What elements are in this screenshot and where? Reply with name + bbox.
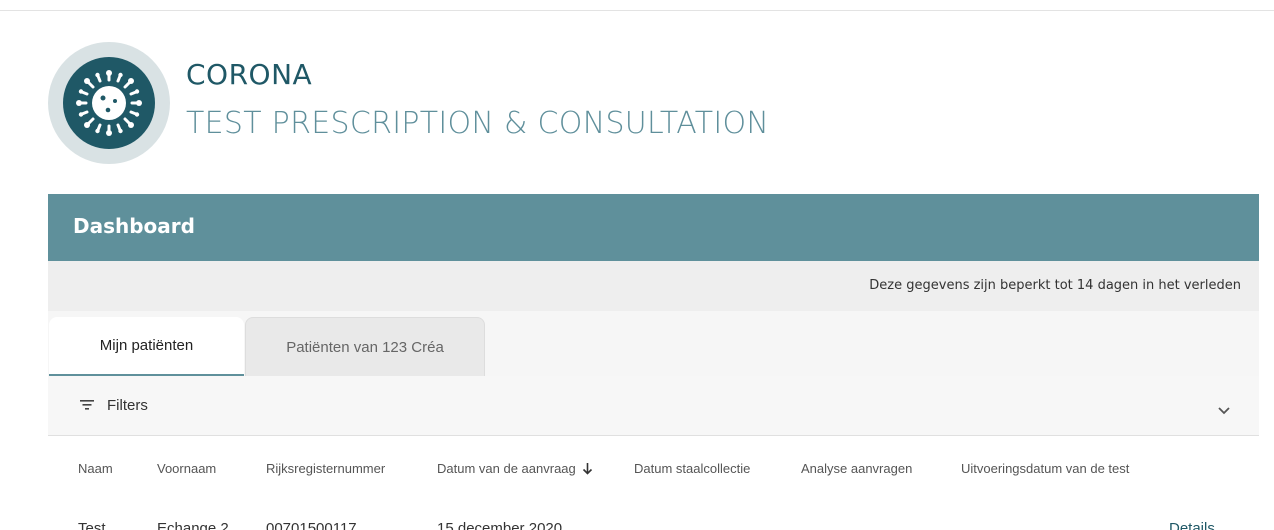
column-header-label: Datum van de aanvraag bbox=[437, 461, 576, 476]
cell-datum-aanvraag: 15 december 2020 bbox=[437, 520, 563, 530]
app-subtitle: TEST PRESCRIPTION & CONSULTATION bbox=[186, 106, 770, 141]
cell-voornaam: Echange 2 bbox=[157, 520, 229, 530]
filters-toggle[interactable]: Filters bbox=[48, 376, 1259, 436]
dashboard-header: Dashboard bbox=[48, 194, 1259, 261]
column-header-uitvoeringsdatum[interactable]: Uitvoeringsdatum van de test bbox=[961, 461, 1129, 476]
cell-naam: Test bbox=[78, 520, 106, 530]
column-header-voornaam[interactable]: Voornaam bbox=[157, 461, 216, 476]
tab-label: Mijn patiënten bbox=[99, 337, 194, 354]
table-row[interactable]: Test Echange 2 00701500117 15 december 2… bbox=[48, 516, 1259, 530]
cell-rijksregisternummer: 00701500117 bbox=[266, 520, 357, 530]
filters-label: Filters bbox=[107, 397, 148, 414]
tabs-bar: Mijn patiënten Patiënten van 123 Créa bbox=[48, 311, 1259, 376]
column-header-rijksregisternummer[interactable]: Rijksregisternummer bbox=[266, 461, 385, 476]
details-link[interactable]: Details bbox=[1169, 520, 1215, 530]
info-bar: Deze gegevens zijn beperkt tot 14 dagen … bbox=[48, 261, 1259, 311]
tab-my-patients[interactable]: Mijn patiënten bbox=[49, 317, 244, 376]
dashboard-panel: Dashboard Deze gegevens zijn beperkt tot… bbox=[48, 194, 1259, 530]
top-divider bbox=[0, 10, 1274, 11]
app-title: CORONA bbox=[186, 58, 313, 91]
app-logo bbox=[48, 42, 170, 164]
column-header-analyse-aanvragen[interactable]: Analyse aanvragen bbox=[801, 461, 912, 476]
table-header: Naam Voornaam Rijksregisternummer Datum … bbox=[48, 436, 1259, 502]
dashboard-title: Dashboard bbox=[73, 214, 195, 238]
filter-icon bbox=[80, 398, 94, 416]
tab-organization-patients[interactable]: Patiënten van 123 Créa bbox=[245, 317, 485, 376]
retention-notice: Deze gegevens zijn beperkt tot 14 dagen … bbox=[869, 278, 1241, 293]
arrow-down-icon bbox=[582, 462, 593, 478]
tab-label: Patiënten van 123 Créa bbox=[286, 338, 444, 356]
column-header-datum-staalcollectie[interactable]: Datum staalcollectie bbox=[634, 461, 750, 476]
chevron-down-icon[interactable] bbox=[1217, 402, 1231, 420]
column-header-datum-aanvraag[interactable]: Datum van de aanvraag bbox=[437, 461, 593, 478]
virus-icon bbox=[63, 57, 155, 149]
column-header-naam[interactable]: Naam bbox=[78, 461, 113, 476]
